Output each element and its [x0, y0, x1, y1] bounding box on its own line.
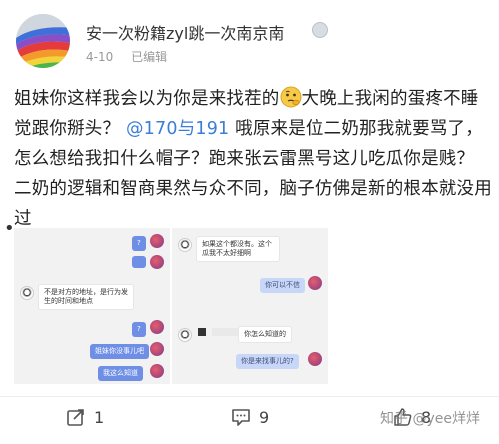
chat-bubble: 姐妹你没事儿吧 [90, 344, 149, 359]
chat-avatar [178, 238, 192, 252]
chat-avatar [178, 328, 192, 342]
comment-icon [232, 409, 250, 426]
post-date: 4-10 [86, 50, 114, 64]
mention-link[interactable]: @170与191 [126, 119, 229, 139]
comment-count: 9 [259, 407, 270, 427]
chat-bubble: 你怎么知道的 [238, 326, 292, 343]
repost-count: 1 [94, 407, 105, 427]
weibo-post: 安一次粉籍zyl跳一次南京南 4-10 已编辑 姐妹你这样我会以为你是来找茬的大… [0, 0, 499, 444]
redacted-block [212, 328, 240, 336]
chat-avatar [150, 342, 164, 356]
username[interactable]: 安一次粉籍zyl跳一次南京南 [86, 20, 284, 44]
chat-avatar [150, 364, 164, 378]
chat-avatar [150, 255, 164, 269]
comment-button[interactable]: 9 [231, 404, 269, 430]
chat-bubble: 你可以不信 [260, 278, 305, 293]
chat-bubble: ? [132, 322, 146, 337]
chat-bubble: 如果这个都没有。这个瓜我不太好细啊 [196, 236, 280, 262]
footer-divider [0, 396, 499, 397]
edited-label[interactable]: 已编辑 [131, 50, 167, 64]
zhihu-watermark: 知乎 @yee烊烊 [380, 411, 480, 427]
chat-screenshot-left[interactable]: ? 不是对方的地址，是行为发生的时间和地点 ? 姐妹你没事儿吧 我这么知道 [14, 228, 170, 384]
chat-screenshot-right[interactable]: 如果这个都没有。这个瓜我不太好细啊 你可以不信 你怎么知道的 你是来找事儿的? [172, 228, 328, 384]
chat-avatar [150, 320, 164, 334]
redacted-block [198, 328, 206, 336]
repost-button[interactable]: 1 [66, 404, 104, 430]
chat-avatar [150, 234, 164, 248]
chat-avatar [308, 352, 322, 366]
repost-icon [67, 409, 84, 426]
chat-bubble: ? [132, 236, 146, 251]
chat-bubble [132, 256, 146, 268]
post-text: 姐妹你这样我会以为你是来找茬的 大晚上我闲的蛋疼不睡觉跟你掰头？ @170与191… [14, 84, 492, 234]
post-meta: 4-10 已编辑 [86, 48, 181, 65]
chat-bubble: 你是来找事儿的? [236, 354, 299, 369]
user-avatar[interactable] [16, 14, 70, 68]
member-badge-icon [312, 22, 328, 38]
post-text-part-1: 姐妹你这样我会以为你是来找茬的 [14, 89, 280, 109]
chat-avatar [20, 286, 34, 300]
chat-bubble: 不是对方的地址，是行为发生的时间和地点 [38, 284, 134, 310]
chat-bubble: 我这么知道 [98, 366, 143, 381]
chat-avatar [308, 276, 322, 290]
thinking-face-icon [280, 86, 301, 108]
